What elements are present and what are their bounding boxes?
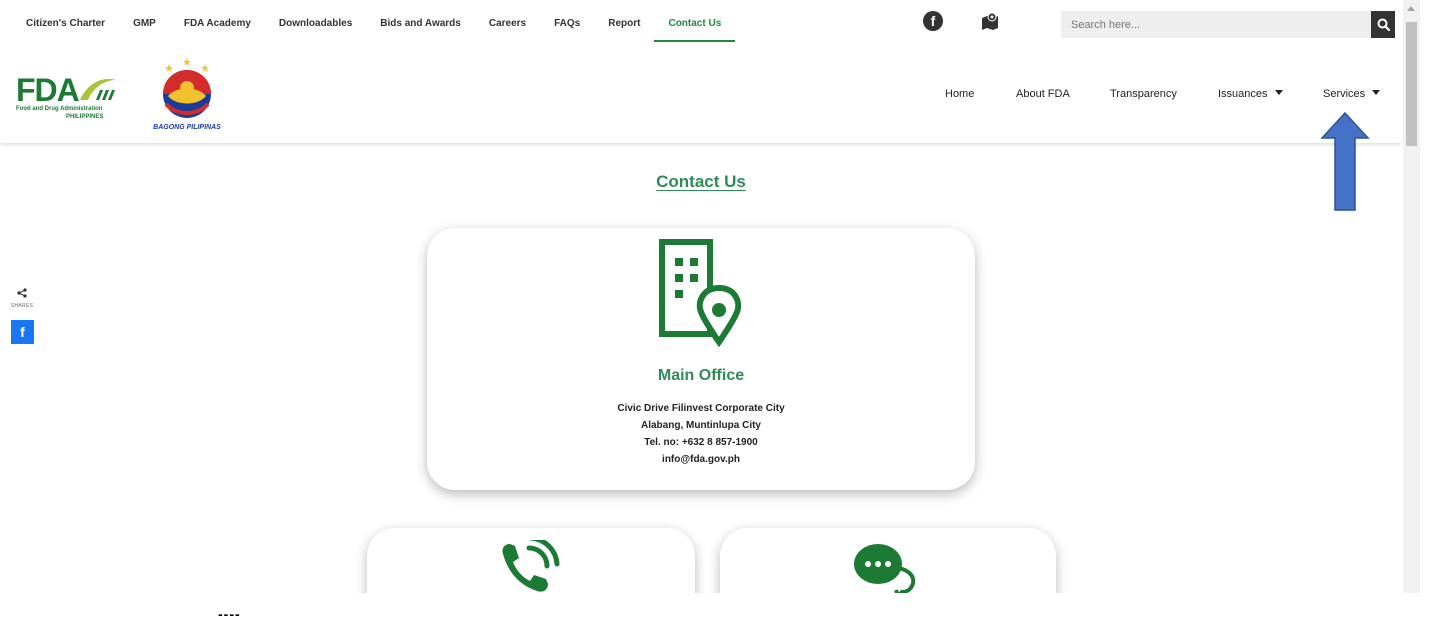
- share-widget: SHARES: [10, 285, 34, 309]
- site-header: FDA Food and Drug Administration PHILIPP…: [0, 46, 1402, 143]
- facebook-icon: f: [20, 324, 25, 340]
- main-office-card: Main Office Civic Drive Filinvest Corpor…: [427, 228, 975, 490]
- nav-home[interactable]: Home: [945, 88, 974, 100]
- search-box: [1061, 11, 1371, 38]
- share-icon[interactable]: [17, 288, 27, 298]
- main-office-title: Main Office: [657, 367, 745, 384]
- top-links: Citizen's Charter GMP FDA Academy Downlo…: [0, 0, 736, 46]
- main-office-address-line2: Alabang, Muntinlupa City: [641, 420, 761, 431]
- map-icon[interactable]: [980, 12, 1000, 30]
- top-link-citizens-charter[interactable]: Citizen's Charter: [0, 0, 119, 46]
- chat-card: [720, 528, 1056, 593]
- vertical-scrollbar[interactable]: [1403, 0, 1420, 593]
- search-input[interactable]: [1061, 11, 1361, 38]
- nav-issuances-label: Issuances: [1218, 88, 1268, 100]
- browser-viewport: Citizen's Charter GMP FDA Academy Downlo…: [0, 0, 1402, 593]
- top-link-fda-academy[interactable]: FDA Academy: [170, 0, 265, 46]
- main-office-phone: Tel. no: +632 8 857-1900: [644, 437, 758, 448]
- page-title: Contact Us: [656, 172, 746, 191]
- search-button[interactable]: [1371, 11, 1395, 38]
- main-office-email[interactable]: info@fda.gov.ph: [427, 451, 975, 468]
- fda-logo[interactable]: FDA Food and Drug Administration PHILIPP…: [16, 72, 120, 122]
- nav-transparency[interactable]: Transparency: [1110, 88, 1177, 100]
- caret-down-icon: [1372, 90, 1381, 95]
- caret-down-icon: [1274, 90, 1283, 95]
- scroll-up-arrow-icon[interactable]: [1407, 6, 1415, 11]
- fda-logo-subtitle: Food and Drug Administration: [16, 106, 103, 112]
- top-link-faqs[interactable]: FAQs: [540, 0, 594, 46]
- nav-issuances[interactable]: Issuances: [1218, 88, 1283, 100]
- fda-logo-country: PHILIPPINES: [66, 114, 104, 120]
- office-location-icon: [659, 239, 742, 348]
- main-office-address-line1: Civic Drive Filinvest Corporate City: [617, 403, 785, 414]
- chat-bubbles-icon: [854, 544, 916, 593]
- footer-marks: ----: [218, 606, 241, 622]
- nav-about-fda[interactable]: About FDA: [1016, 88, 1070, 100]
- fda-swoosh-icon: [80, 78, 116, 100]
- phone-card: [367, 528, 695, 593]
- top-link-bids-and-awards[interactable]: Bids and Awards: [366, 0, 475, 46]
- bagong-pilipinas-text: BAGONG PILIPINAS: [153, 124, 221, 131]
- top-link-downloadables[interactable]: Downloadables: [265, 0, 366, 46]
- top-utility-bar: Citizen's Charter GMP FDA Academy Downlo…: [0, 0, 1402, 46]
- scrollbar-thumb[interactable]: [1406, 22, 1417, 146]
- nav-services[interactable]: Services: [1323, 88, 1381, 100]
- annotation-arrow-icon: [1320, 112, 1370, 211]
- top-link-report[interactable]: Report: [594, 0, 654, 46]
- phone-icon: [502, 540, 560, 592]
- search-icon: [1377, 18, 1390, 31]
- nav-services-label: Services: [1323, 88, 1366, 100]
- facebook-icon[interactable]: f: [923, 11, 943, 31]
- main-office-details: Civic Drive Filinvest Corporate City Ala…: [427, 400, 975, 468]
- share-count-label: SHARES: [10, 303, 34, 309]
- bagong-pilipinas-logo: BAGONG PILIPINAS: [142, 56, 232, 136]
- top-link-contact-us[interactable]: Contact Us: [654, 0, 736, 46]
- top-link-gmp[interactable]: GMP: [119, 0, 170, 46]
- top-link-careers[interactable]: Careers: [475, 0, 540, 46]
- fda-logo-wordmark: FDA: [16, 72, 80, 108]
- facebook-share-button[interactable]: f: [11, 320, 34, 344]
- bagong-pilipinas-emblem-icon: [163, 58, 211, 118]
